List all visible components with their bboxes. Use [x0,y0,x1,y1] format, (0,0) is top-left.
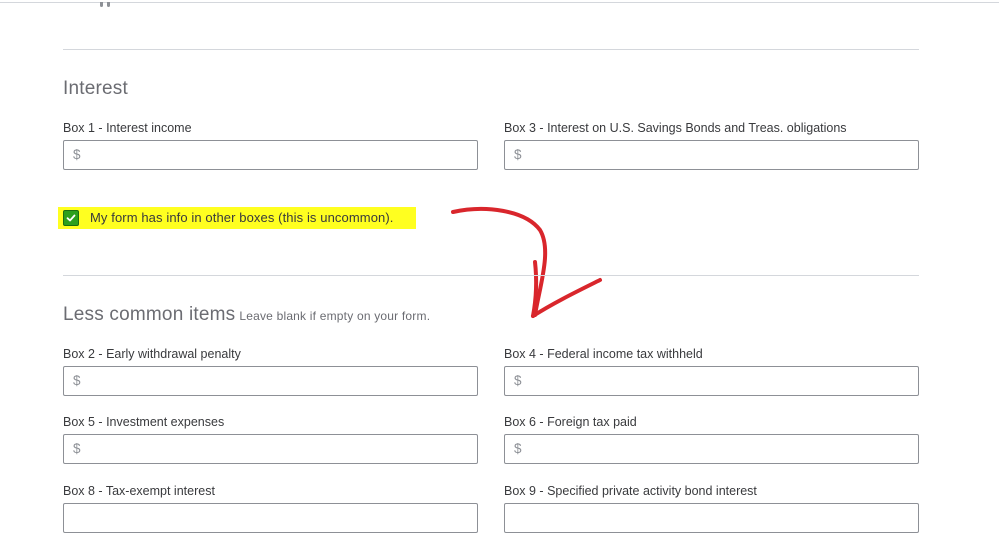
currency-prefix: $ [514,441,522,456]
box5-label: Box 5 - Investment expenses [63,415,225,429]
section-divider [63,275,919,276]
box9-private-activity-bond-field[interactable] [504,503,919,533]
box8-label: Box 8 - Tax-exempt interest [63,484,215,498]
box2-label: Box 2 - Early withdrawal penalty [63,347,241,361]
section-title-text: Less common items [63,304,236,325]
currency-prefix: $ [514,373,522,388]
box6-foreign-tax-paid-field[interactable]: $ [504,434,919,464]
box8-tax-exempt-interest-field[interactable] [63,503,478,533]
box6-label: Box 6 - Foreign tax paid [504,415,637,429]
box1-label: Box 1 - Interest income [63,121,192,135]
box4-label: Box 4 - Federal income tax withheld [504,347,703,361]
annotation-arrow [451,207,602,318]
box2-early-withdrawal-field[interactable]: $ [63,366,478,396]
box4-input[interactable] [525,367,910,395]
box5-investment-expenses-field[interactable]: $ [63,434,478,464]
other-boxes-checkbox[interactable] [63,210,79,226]
box9-label: Box 9 - Specified private activity bond … [504,484,757,498]
currency-prefix: $ [514,147,522,162]
box1-input[interactable] [84,141,469,169]
box6-input[interactable] [525,435,910,463]
checkmark-icon [66,214,76,222]
box3-label: Box 3 - Interest on U.S. Savings Bonds a… [504,121,847,135]
box3-savings-bonds-field[interactable]: $ [504,140,919,170]
box2-input[interactable] [84,367,469,395]
box5-input[interactable] [84,435,469,463]
currency-prefix: $ [73,147,81,162]
previous-section-text-fragment [100,0,130,7]
section-title-less-common: Less common items Leave blank if empty on… [63,304,430,326]
page-top-border [0,2,999,3]
box4-federal-tax-withheld-field[interactable]: $ [504,366,919,396]
box3-input[interactable] [525,141,910,169]
section-title-interest: Interest [63,78,128,99]
section-subtitle: Leave blank if empty on your form. [239,309,431,323]
box1-interest-income-field[interactable]: $ [63,140,478,170]
section-divider [63,49,919,50]
currency-prefix: $ [73,441,81,456]
currency-prefix: $ [73,373,81,388]
other-boxes-checkbox-label[interactable]: My form has info in other boxes (this is… [90,210,394,225]
